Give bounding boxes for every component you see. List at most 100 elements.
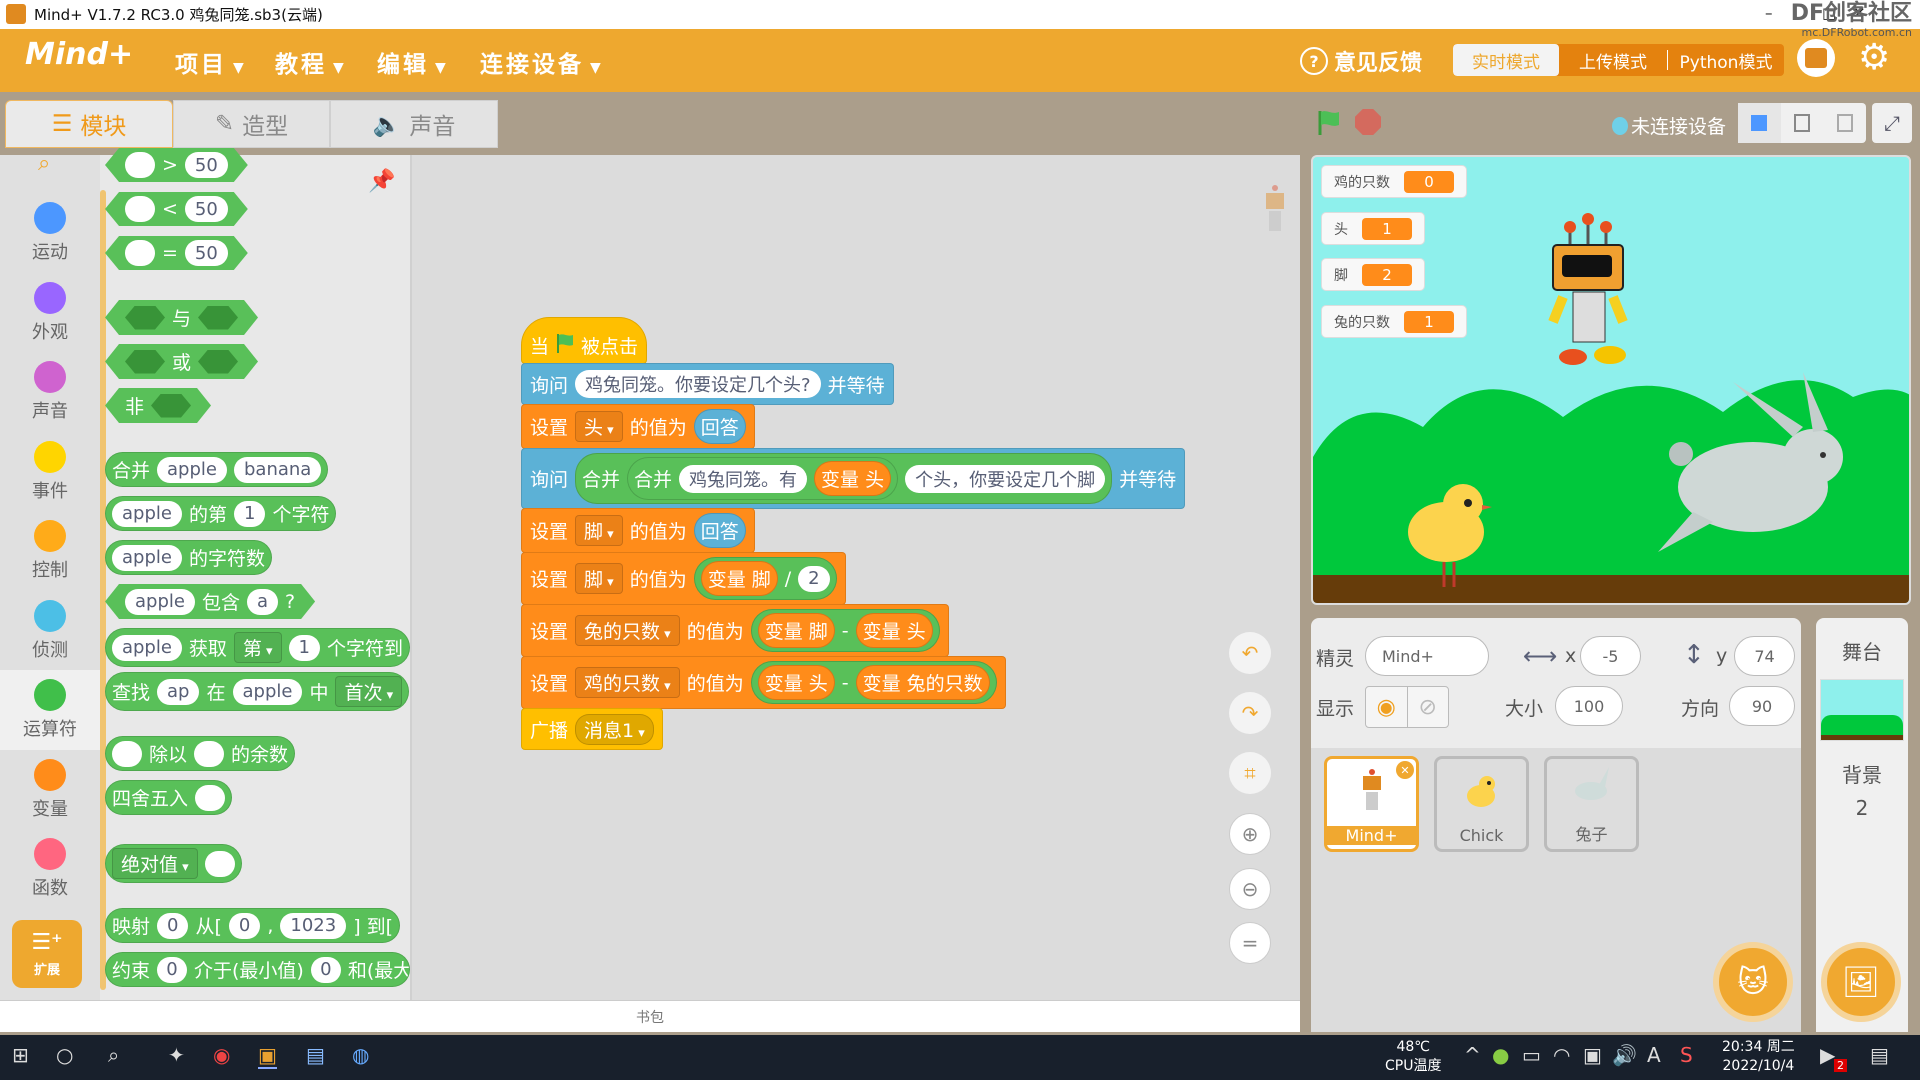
block-dropdown[interactable]: 消息1 [575,713,654,745]
layout-small-stage-icon[interactable] [1738,103,1781,143]
block-input[interactable]: 50 [185,152,228,178]
reporter-block[interactable]: 变量 脚 - 变量 头 [750,609,940,652]
sogou-icon[interactable]: S [1680,1043,1693,1067]
reporter-block[interactable]: 变量 头 [814,461,892,496]
block-dropdown[interactable]: 首次 [335,676,403,707]
category-8[interactable]: 函数 [0,829,100,909]
size-input[interactable]: 100 [1555,686,1623,726]
palette-block[interactable]: 映射 0 从[0, 1023] 到[ [105,908,401,943]
category-3[interactable]: 事件 [0,432,100,512]
cortana-icon[interactable]: ○ [56,1043,73,1067]
script-block[interactable]: 设置兔的只数的值为变量 脚-变量 头 [521,604,949,657]
palette-block[interactable]: 非 [105,388,211,423]
block-input[interactable] [125,196,155,222]
user-avatar[interactable] [1797,39,1835,77]
reporter-block[interactable]: 变量 脚 [757,613,835,648]
sprite-name-input[interactable]: Mind+ [1365,636,1489,676]
menu-tutorial[interactable]: 教程 ▼ [275,45,347,79]
palette-block[interactable]: apple 获取第1 个字符到 [105,628,410,667]
wifi-icon[interactable]: ◠ [1553,1043,1570,1067]
stop-button[interactable] [1355,109,1381,135]
block-input[interactable]: apple [112,634,182,661]
block-input[interactable]: 1 [233,500,266,527]
reporter-block[interactable]: 变量 头 [855,613,933,648]
layout-normal-stage-icon[interactable] [1781,103,1824,143]
block-input[interactable]: ap [157,678,200,705]
reporter-block[interactable]: 变量 头 - 变量 兔的只数 [750,661,997,704]
block-dropdown[interactable]: 脚 [575,515,623,546]
script-stack[interactable]: 当被点击询问鸡兔同笼。你要设定几个头?并等待设置头的值为回答询问合并合并鸡兔同笼… [521,317,1186,750]
block-input[interactable]: 2 [798,565,830,592]
stage-thumbnail[interactable] [1820,679,1904,741]
palette-block[interactable]: >50 [105,148,248,182]
mode-upload[interactable]: 上传模式 [1559,50,1668,73]
boolean-slot[interactable] [198,350,238,374]
category-4[interactable]: 控制 [0,511,100,591]
category-6[interactable]: 运算符 [0,670,100,750]
script-block[interactable]: 广播 消息1 [521,708,663,750]
category-7[interactable]: 变量 [0,750,100,830]
minimize-button[interactable]: – [1765,4,1773,22]
boolean-slot[interactable] [198,306,238,330]
script-block[interactable]: 当 被点击 [521,317,648,364]
block-input[interactable]: apple [232,678,303,705]
reporter-block[interactable]: 合并 鸡兔同笼。有 变量 头 [627,457,899,500]
block-input[interactable]: 个头，你要设定几个脚 [905,464,1106,493]
tray-app-icon[interactable]: ● [1492,1043,1509,1067]
tab-sounds[interactable]: 🔈 声音 [330,100,498,148]
boolean-slot[interactable] [151,394,191,418]
category-1[interactable]: 外观 [0,273,100,353]
palette-block[interactable]: 四舍五入 [105,780,233,815]
block-input[interactable] [194,740,225,767]
add-backdrop-button[interactable]: 🖼 [1821,942,1901,1022]
block-dropdown[interactable]: 兔的只数 [575,615,680,646]
windows-start-icon[interactable]: ⊞ [12,1043,29,1067]
crop-icon[interactable]: ⌗ [1229,752,1271,794]
ime-indicator[interactable]: A [1647,1043,1661,1067]
palette-block[interactable]: apple 的第 1 个字符 [105,496,337,531]
mindplus-taskbar-icon[interactable]: ▣ [258,1043,277,1069]
tab-costumes[interactable]: ✎ 造型 [173,100,330,148]
tab-blocks[interactable]: ☰ 模块 [5,100,173,148]
palette-block[interactable]: = 50 [105,236,248,270]
palette-block[interactable]: 除以 的余数 [105,736,296,771]
block-input[interactable]: 1 [288,634,320,661]
mode-python[interactable]: Python模式 [1668,44,1784,76]
block-input[interactable]: 1023 [280,912,347,939]
volume-icon[interactable]: 🔊 [1612,1043,1637,1067]
y-input[interactable]: 74 [1734,636,1795,676]
block-input[interactable] [204,850,235,877]
palette-block[interactable]: 与 [105,300,258,335]
reporter-block[interactable]: 变量 兔的只数 [855,665,990,700]
palette-block[interactable]: 约束 0 介于(最小值) 0 和(最大 [105,952,410,987]
boolean-slot[interactable] [125,306,165,330]
zoom-out-icon[interactable]: ⊖ [1229,868,1271,910]
block-input[interactable]: apple [112,500,182,527]
clock[interactable]: 20:34 周二 2022/10/4 [1722,1038,1795,1076]
layout-large-stage-icon[interactable] [1823,103,1866,143]
block-input[interactable]: 50 [185,240,228,266]
reporter-block[interactable]: 回答 [693,409,746,444]
menu-edit[interactable]: 编辑 ▼ [377,45,449,79]
mode-realtime[interactable]: 实时模式 [1453,44,1559,76]
pin-icon[interactable]: 📌 [368,169,395,194]
palette-block[interactable]: <50 [105,192,248,226]
search-icon[interactable]: ⌕ [38,151,50,176]
action-center-icon[interactable]: ▤ [1870,1043,1889,1067]
block-dropdown[interactable]: 绝对值 [112,848,198,879]
palette-block[interactable]: 合并 apple banana [105,452,329,487]
eye-show-icon[interactable]: ◉ [1366,687,1408,727]
script-block[interactable]: 设置脚的值为回答 [521,508,755,553]
block-input[interactable]: 0 [310,956,341,983]
reporter-block[interactable]: 回答 [693,513,746,548]
feedback-button[interactable]: ? 意见反馈 [1300,45,1422,77]
block-input[interactable] [125,152,155,178]
menu-project[interactable]: 项目 ▼ [175,45,247,79]
palette-block[interactable]: 绝对值 [105,844,242,883]
undo-icon[interactable]: ↶ [1229,632,1271,674]
menu-connect-device[interactable]: 连接设备 ▼ [480,45,604,79]
block-input[interactable] [125,240,155,266]
category-2[interactable]: 声音 [0,352,100,432]
block-input[interactable]: apple [112,544,182,571]
block-dropdown[interactable]: 第 [233,632,282,663]
